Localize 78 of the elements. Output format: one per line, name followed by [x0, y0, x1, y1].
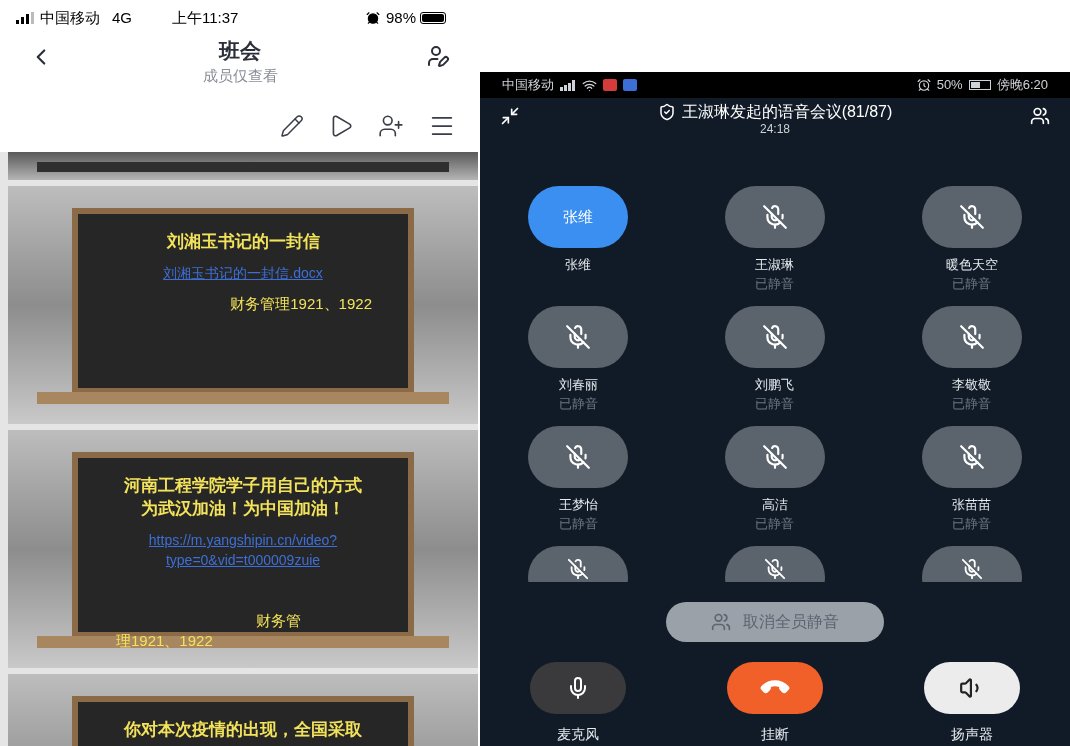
slide-title: 河南工程学院学子用自己的方式 — [124, 475, 362, 497]
participant-name: 高洁 — [762, 496, 788, 514]
slide-note: 理1921、1922 — [116, 631, 213, 651]
battery-percent: 50% — [936, 76, 963, 95]
slide-panel[interactable]: 河南工程学院学子用自己的方式 为武汉加油！为中国加油！ https://m.yangshipin.cn/video? type=0&vid=t000009zuie 财务管 理1921、1922 — [8, 430, 478, 668]
battery-percent: 98% — [385, 7, 416, 28]
mic-off-icon — [958, 324, 985, 350]
wifi-icon — [582, 77, 597, 93]
participant-name: 王淑琳 — [755, 256, 795, 274]
slide-panel[interactable] — [8, 152, 478, 180]
slide-title: 为武汉加油！为中国加油！ — [141, 498, 345, 520]
signal-icon — [560, 79, 576, 91]
users-icon — [711, 612, 731, 632]
mic-off-icon — [567, 558, 590, 580]
call-title: 王淑琳发起的语音会议(81/87) — [681, 102, 893, 122]
status-time: 上午11:37 — [172, 7, 239, 28]
mic-off-icon — [762, 444, 788, 470]
carrier-name: 中国移动 — [502, 76, 554, 95]
battery-icon — [420, 12, 446, 24]
participant-name: 刘春丽 — [558, 376, 598, 394]
shield-icon — [657, 103, 676, 121]
call-control-button[interactable] — [923, 662, 1020, 714]
mic-off-icon — [762, 324, 788, 350]
control-label: 麦克风 — [557, 725, 600, 744]
mute-status: 已静音 — [755, 275, 795, 293]
avatar[interactable]: 张维 — [528, 186, 629, 248]
participant-name: 刘鹏飞 — [755, 376, 795, 394]
user-edit-icon[interactable] — [426, 44, 450, 68]
participant-name: 暖色天空 — [945, 256, 998, 274]
mute-status: 已静音 — [558, 515, 598, 533]
mic-off-icon — [764, 558, 786, 580]
slide-title: 刘湘玉书记的一封信 — [166, 231, 320, 253]
app-icon — [623, 79, 637, 91]
mute-status: 已静音 — [558, 395, 598, 413]
mute-status: 已静音 — [952, 395, 992, 413]
status-time: 傍晚6:20 — [996, 76, 1048, 95]
mic-off-icon — [565, 324, 592, 350]
call-control-button[interactable] — [727, 662, 823, 714]
signal-icon — [16, 12, 34, 24]
slide-link[interactable]: 刘湘玉书记的一封信.docx — [163, 263, 323, 283]
slide-note: 财务管理1921、1922 — [230, 294, 372, 314]
unmute-all-button[interactable]: 取消全员静音 — [666, 602, 884, 642]
mute-status: 已静音 — [952, 275, 992, 293]
pencil-icon[interactable] — [280, 114, 304, 138]
mic-off-icon — [958, 204, 985, 230]
carrier-name: 中国移动 — [40, 7, 100, 28]
minimize-icon[interactable] — [500, 106, 520, 126]
slide-link[interactable]: https://m.yangshipin.cn/video? — [148, 530, 338, 550]
page-title: 班会 — [219, 38, 261, 64]
slide-panel[interactable]: 你对本次疫情的出现，全国采取 — [8, 674, 478, 746]
mute-status: 已静音 — [952, 515, 992, 533]
mic-off-icon — [565, 444, 592, 470]
network-type: 4G — [112, 7, 132, 28]
call-timer: 24:18 — [760, 122, 790, 136]
participant-name: 张维 — [565, 256, 592, 274]
add-user-icon[interactable] — [378, 113, 404, 139]
slide-panel[interactable]: 刘湘玉书记的一封信 刘湘玉书记的一封信.docx 财务管理1921、1922 — [8, 186, 478, 424]
participant-name: 王梦怡 — [558, 496, 598, 514]
mute-status: 已静音 — [755, 515, 795, 533]
control-label: 挂断 — [761, 725, 789, 744]
call-control-button[interactable] — [530, 662, 627, 714]
slide-link[interactable]: type=0&vid=t000009zuie — [165, 550, 321, 570]
slide-title: 你对本次疫情的出现，全国采取 — [124, 719, 362, 741]
avatar-initials: 张维 — [563, 206, 594, 227]
mic-off-icon — [958, 444, 985, 470]
mic-off-icon — [960, 558, 983, 580]
participants-icon[interactable] — [1030, 106, 1050, 126]
control-label: 扬声器 — [950, 725, 993, 744]
page-subtitle: 成员仅查看 — [202, 66, 278, 86]
slide-note: 财务管 — [256, 611, 301, 631]
battery-icon — [968, 80, 991, 90]
participant-name: 张苗苗 — [952, 496, 992, 514]
mic-off-icon — [762, 204, 788, 230]
participant-name: 李敬敬 — [952, 376, 992, 394]
mute-status: 已静音 — [755, 395, 795, 413]
alarm-icon — [916, 78, 931, 92]
app-icon — [603, 79, 617, 91]
alarm-icon — [365, 11, 380, 25]
